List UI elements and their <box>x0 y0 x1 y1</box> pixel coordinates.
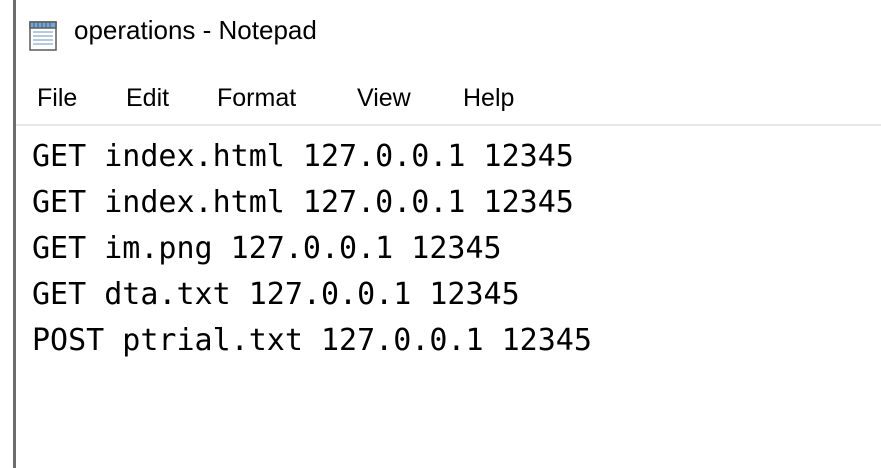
text-line: GET index.html 127.0.0.1 12345 <box>32 139 574 174</box>
menu-item-edit[interactable]: Edit <box>126 84 169 113</box>
menu-item-format[interactable]: Format <box>217 84 296 113</box>
notepad-icon <box>29 21 57 51</box>
notepad-window: operations - Notepad File Edit Format Vi… <box>0 0 881 468</box>
text-line: GET index.html 127.0.0.1 12345 <box>32 185 574 220</box>
text-line: GET im.png 127.0.0.1 12345 <box>32 231 502 266</box>
menu-item-view[interactable]: View <box>357 84 411 113</box>
window-title: operations - Notepad <box>74 15 317 45</box>
text-line: GET dta.txt 127.0.0.1 12345 <box>32 277 520 312</box>
text-line: POST ptrial.txt 127.0.0.1 12345 <box>32 323 592 358</box>
text-editor[interactable]: GET index.html 127.0.0.1 12345 GET index… <box>16 126 881 468</box>
menu-bar: File Edit Format View Help <box>16 74 881 124</box>
menu-item-file[interactable]: File <box>37 84 77 113</box>
menu-item-help[interactable]: Help <box>463 84 514 113</box>
